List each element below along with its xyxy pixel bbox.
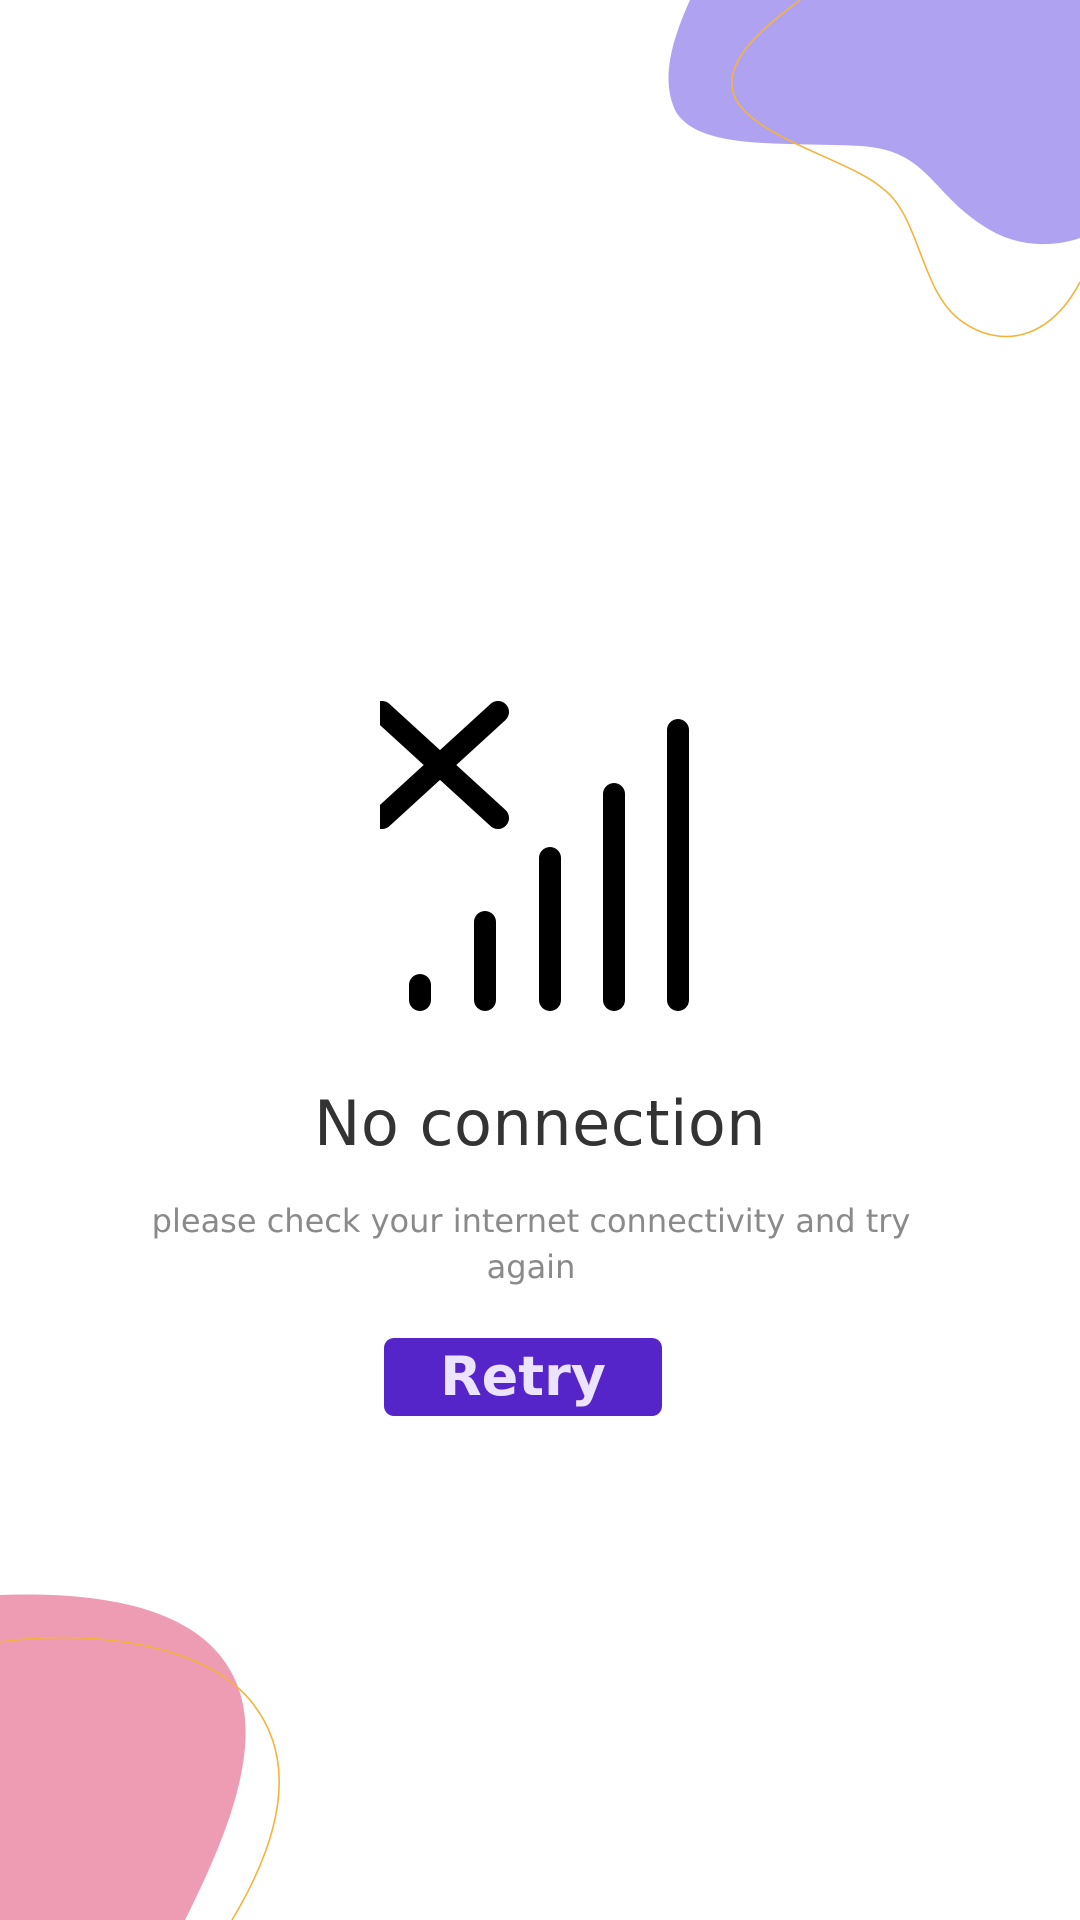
pink-blob bbox=[0, 1594, 246, 1920]
signal-off-icon bbox=[380, 701, 689, 1011]
retry-button-label: Retry bbox=[440, 1345, 606, 1408]
purple-blob bbox=[668, 0, 1080, 245]
error-description: please check your internet connectivity … bbox=[151, 1202, 911, 1286]
decorative-blob-top-right bbox=[668, 0, 1080, 338]
decorative-blob-bottom-left bbox=[0, 1594, 280, 1920]
page-title: No connection bbox=[313, 1087, 767, 1160]
no-connection-screen: No connection please check your internet… bbox=[0, 0, 1080, 1920]
retry-button[interactable]: Retry bbox=[384, 1338, 662, 1416]
